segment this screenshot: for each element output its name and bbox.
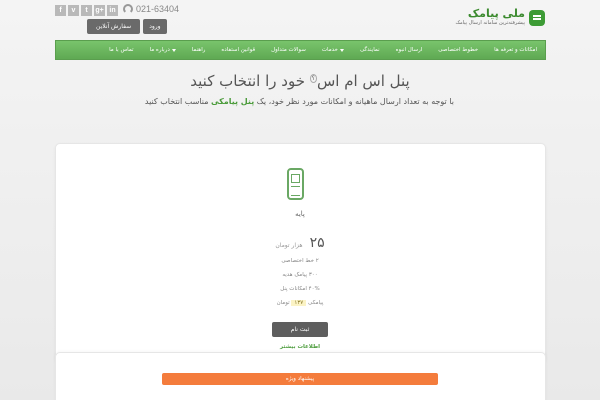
login-button[interactable]: ورود [143,19,167,34]
support-phone: 021-63404 [123,4,179,14]
order-online-button[interactable]: سفارش آنلاین [87,19,141,34]
brand-name: ملی پیامک [467,7,525,20]
facebook-icon[interactable]: f [55,5,66,16]
subtitle-highlight: پنل پیامکی [211,97,255,106]
nav-item-services[interactable]: خدمات [314,41,352,59]
more-info-link[interactable]: اطلاعات بیشتر [0,344,600,350]
chevron-down-icon [171,48,176,54]
mobile-phone-icon [287,168,304,200]
nav-item-contact[interactable]: تماس با ما [101,41,141,59]
nav-item-about[interactable]: درباره ما [142,41,184,59]
phone-number: 021-63404 [136,4,180,14]
chat-bubble-icon [529,9,545,26]
plan-feature: ۲ خط اختصاصی [281,258,319,264]
nav-item-terms[interactable]: قوانین استفاده [213,41,263,59]
plan-feature: ۴۰% امکانات پنل [280,286,320,292]
page-subtitle: با توجه به تعداد ارسال ماهیانه و امکانات… [144,97,454,106]
help-icon[interactable]: ؟ [309,74,317,83]
nav-item-help[interactable]: راهنما [184,41,214,59]
googleplus-icon[interactable]: g+ [94,5,105,16]
vimeo-icon[interactable]: v [68,5,79,16]
price-unit: هزار تومان [275,242,303,249]
price-value: ۲۵ [309,235,325,251]
special-offer-button[interactable]: پیشنهاد ویژه [162,373,438,385]
plan-price: ۲۵ هزار تومان [0,232,600,251]
top-left-tools: f v t g+ in 021-63404 سفارش آنلاین ورود [55,4,179,34]
nav-item-dedicated-lines[interactable]: خطوط اختصاصی [430,41,486,59]
plan-feature: ۳۰۰ پیامک هدیه [282,272,318,278]
linkedin-icon[interactable]: in [107,5,118,16]
nav-item-faq[interactable]: سوالات متداول [263,41,314,59]
sms-cost-value: ۱۳۷ [291,300,307,306]
register-button[interactable]: ثبت نام [272,322,328,337]
top-buttons: سفارش آنلاین ورود [87,19,167,34]
page-title: پنل اس ام اس؟ خود را انتخاب کنید [190,72,410,90]
social-links: f v t g+ in [55,5,118,16]
brand-tagline: پیشرفته‌ترین سامانه ارسال پیامک [455,20,525,26]
brand-logo[interactable]: ملی پیامک پیشرفته‌ترین سامانه ارسال پیام… [455,8,545,27]
headset-icon [123,4,133,14]
main-nav: امکانات و تعرفه ها خطوط اختصاصی ارسال ان… [55,40,546,60]
nav-item-features[interactable]: امکانات و تعرفه ها [486,41,545,59]
nav-item-bulk-send[interactable]: ارسال انبوه [388,41,431,59]
plan-sms-cost: پیامکی ۱۳۷ تومان [276,300,324,306]
chevron-down-icon [339,48,344,54]
nav-item-agency[interactable]: نمایندگی [352,41,388,59]
plan-name: پایه [295,210,305,218]
top-bar: ملی پیامک پیشرفته‌ترین سامانه ارسال پیام… [0,0,600,38]
twitter-icon[interactable]: t [81,5,92,16]
